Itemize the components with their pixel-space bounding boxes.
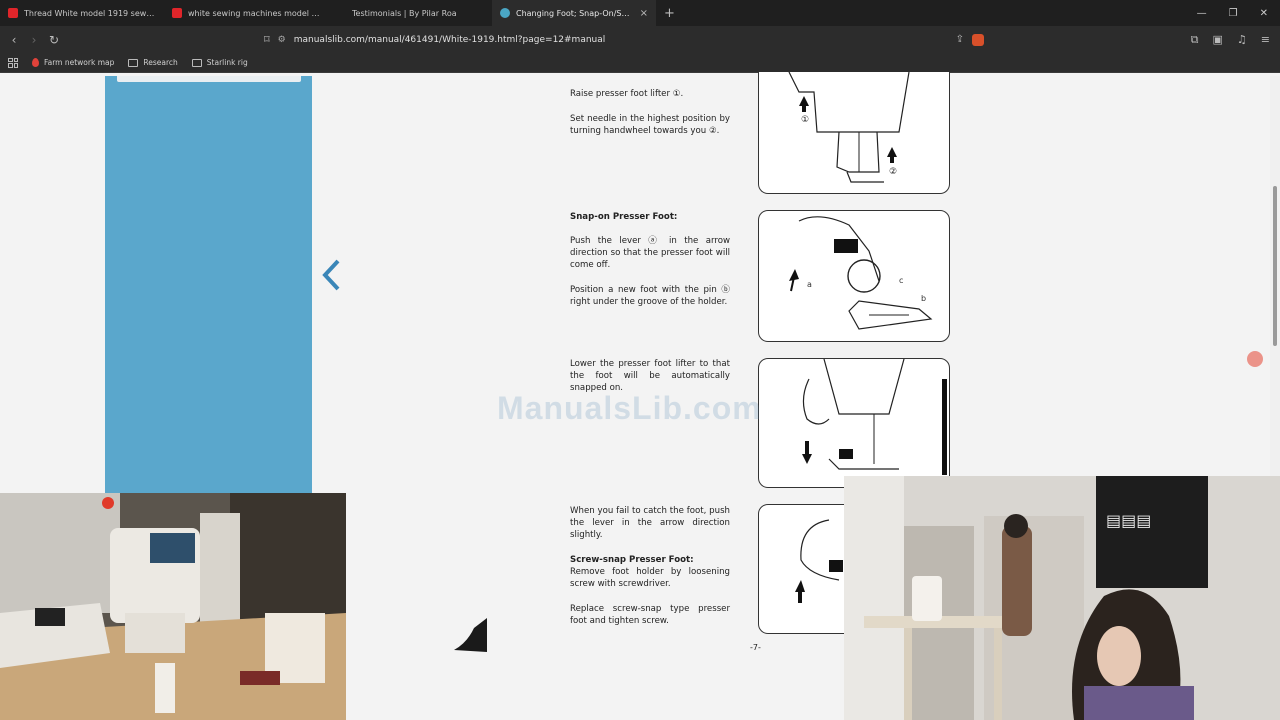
page-number: -7- [750,643,761,652]
instruction-push-lever: Push the lever ⓐ in the arrow direction … [570,236,730,271]
webcam-feed-workspace [0,493,346,720]
webcam-feed-person: ▤▤▤ [844,476,1280,720]
fig-label-1: ① [801,115,809,125]
snap-on-foot-illustration: a c b [789,216,933,330]
heading-screw-snap: Screw-snap Presser Foot: [570,555,694,565]
sewing-head-illustration: ① ② [788,71,910,183]
bookmark-starlink-rig[interactable]: Starlink rig [191,58,248,67]
tab-title: Changing Foot; Snap-On/Screw [516,8,634,18]
tab-title: Thread White model 1919 sewing m [24,8,156,18]
instruction-raise: Raise presser foot lifter ①. [570,89,684,99]
figure-snap-on-foot: a c b [758,210,950,342]
person-video-frame: ▤▤▤ [844,476,1280,720]
apps-grid-icon[interactable] [8,57,18,68]
forward-icon[interactable]: › [24,33,44,47]
tab-strip: Thread White model 1919 sewing m white s… [0,0,1280,26]
new-tab-button[interactable]: + [656,6,683,21]
share-icon[interactable]: ⇪ [956,34,964,45]
url-field[interactable]: ⌑ ⚙ manualslib.com/manual/461491/White-1… [264,33,984,46]
instruction-replace: Replace screw-snap type presser foot and… [570,604,730,627]
close-window-icon[interactable]: ✕ [1260,8,1268,19]
bookmarks-bar: Farm network map Research Starlink rig [0,53,1280,73]
instruction-remove: Remove foot holder by loosening screw wi… [570,567,730,590]
lower-lifter-illustration [802,358,947,475]
youtube-icon [8,8,18,18]
folder-icon [128,58,139,67]
media-icon[interactable]: ♫ [1237,33,1247,47]
heading-snap-on: Snap-on Presser Foot: [570,212,678,222]
bookmark-icon[interactable]: ⌑ [264,33,270,46]
folder-icon [191,58,202,67]
fig-label-c: c [899,276,903,285]
extensions-icon[interactable]: ⧉ [1191,33,1199,47]
instruction-fail: When you fail to catch the foot, push th… [570,506,730,541]
tab-white-sewing[interactable]: white sewing machines model 1919 [164,0,328,26]
bookmark-label: Starlink rig [206,58,248,67]
bookmark-research[interactable]: Research [128,58,178,67]
address-bar-row: ‹ › ↻ ⌑ ⚙ manualslib.com/manual/461491/W… [0,26,1280,53]
map-pin-icon [32,58,39,67]
close-tab-icon[interactable]: × [640,8,648,19]
scrollbar-thumb[interactable] [1273,186,1277,346]
fig-label-b: b [921,294,926,303]
window-controls: — ❐ ✕ [1197,8,1280,19]
prev-page-arrow[interactable] [320,258,344,298]
chevron-left-icon [322,259,340,291]
url-text[interactable]: manualslib.com/manual/461491/White-1919.… [294,35,606,45]
restore-icon[interactable]: ❐ [1229,8,1238,19]
site-info-icon[interactable]: ⚙ [278,35,286,45]
wall-art-decoration: ▤▤▤ [1106,511,1151,530]
blank-icon [336,8,346,18]
manualslib-watermark: ManualsLib.com [497,390,762,426]
tab-thread-white[interactable]: Thread White model 1919 sewing m [0,0,164,26]
sidebar-icon[interactable]: ▣ [1213,33,1223,47]
back-icon[interactable]: ‹ [4,33,24,47]
tab-title: Testimonials | By Pilar Roa [352,8,457,18]
figure-lower-lifter [758,358,950,488]
reload-icon[interactable]: ↻ [44,33,64,47]
fig-label-a: a [807,280,812,289]
fig-label-2: ② [889,167,897,177]
manual-sidebar [105,76,312,496]
manualslib-icon [500,8,510,18]
bookmark-label: Farm network map [44,58,115,67]
brave-shield-icon[interactable] [972,33,984,46]
menu-icon[interactable]: ≡ [1261,33,1270,47]
bookmark-farm-network-map[interactable]: Farm network map [32,58,114,67]
figure-needle-position: ① ② [758,71,950,194]
instruction-position: Position a new foot with the pin ⓑ right… [570,285,730,308]
toolbar-right: ⧉ ▣ ♫ ≡ [1191,33,1280,47]
tab-title: white sewing machines model 1919 [188,8,320,18]
minimize-icon[interactable]: — [1197,8,1207,19]
workspace-video-frame [0,493,346,720]
sidebar-search-strip[interactable] [117,76,301,82]
instruction-set-needle: Set needle in the highest position by tu… [570,114,730,137]
tab-changing-foot[interactable]: Changing Foot; Snap-On/Screw × [492,0,656,26]
floating-helper-icon[interactable] [1247,351,1263,367]
youtube-icon [172,8,182,18]
tab-testimonials[interactable]: Testimonials | By Pilar Roa [328,0,492,26]
bookmark-label: Research [143,58,178,67]
scan-smudge [454,618,487,652]
